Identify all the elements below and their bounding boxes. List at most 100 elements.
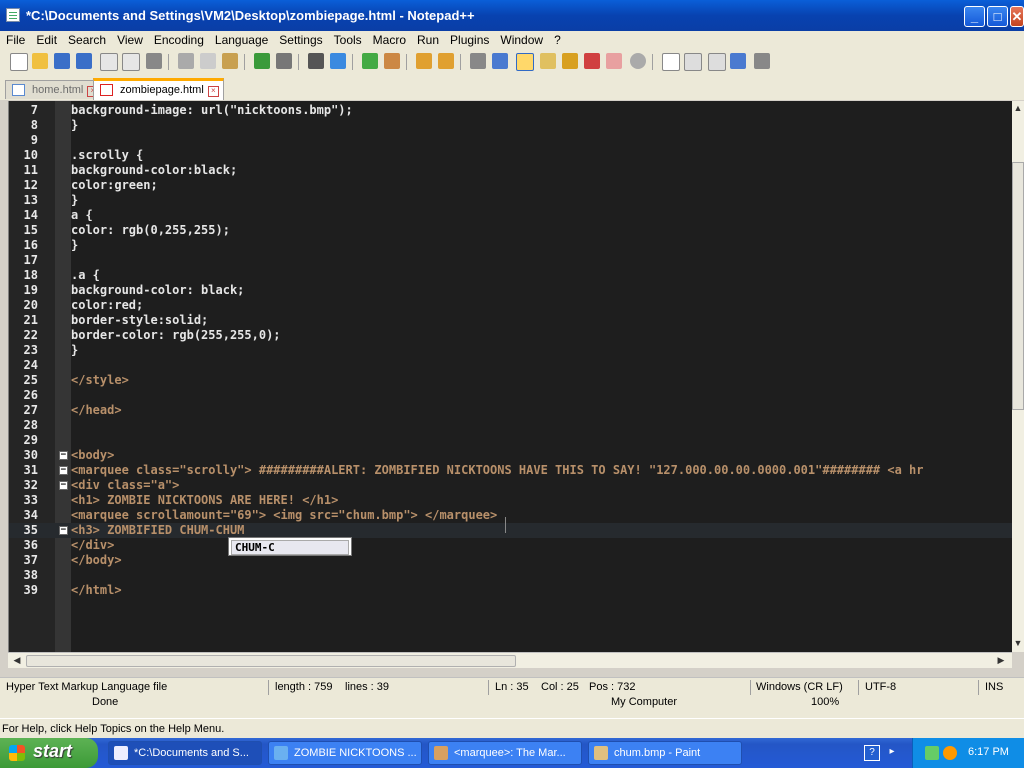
code-line[interactable]: 16}: [9, 238, 1013, 253]
word-wrap-icon[interactable]: [470, 53, 486, 69]
replace-icon[interactable]: [330, 53, 346, 69]
code-line[interactable]: 34 <marquee scrollamount="69"> <img src="…: [9, 508, 1013, 523]
menu-edit[interactable]: Edit: [30, 31, 62, 47]
code-line[interactable]: 32 − <div class="a">: [9, 478, 1013, 493]
close-file-icon[interactable]: [100, 53, 118, 71]
code-line[interactable]: 14 a {: [9, 208, 1013, 223]
paste-icon[interactable]: [222, 53, 238, 69]
start-button[interactable]: start: [0, 738, 98, 768]
code-editor[interactable]: 7 background-image: url("nicktoons.bmp");…: [8, 101, 1013, 652]
code-line[interactable]: 36 </div>: [9, 538, 1013, 553]
zoom-out-icon[interactable]: [384, 53, 400, 69]
code-line[interactable]: 10 .scrolly {: [9, 148, 1013, 163]
scroll-up-icon[interactable]: ▲: [1011, 101, 1024, 115]
help-icon[interactable]: ?: [864, 745, 880, 761]
taskbar-item-paint[interactable]: chum.bmp - Paint: [588, 741, 742, 765]
redo-icon[interactable]: [276, 53, 292, 69]
open-file-icon[interactable]: [32, 53, 48, 69]
menu-plugins[interactable]: Plugins: [444, 31, 494, 47]
code-line[interactable]: 37 </body>: [9, 553, 1013, 568]
indent-guide-icon[interactable]: [516, 53, 534, 71]
doc-map-icon[interactable]: [562, 53, 578, 69]
clock[interactable]: 6:17 PM: [968, 746, 1009, 758]
undo-icon[interactable]: [254, 53, 270, 69]
run-macro-multiple-icon[interactable]: [730, 53, 746, 69]
close-all-icon[interactable]: [122, 53, 140, 71]
zoom-in-icon[interactable]: [362, 53, 378, 69]
taskbar-item-browser[interactable]: ZOMBIE NICKTOONS ...: [268, 741, 422, 765]
code-line[interactable]: 12 color:green;: [9, 178, 1013, 193]
horizontal-scroll-thumb[interactable]: [26, 655, 516, 667]
network-icon[interactable]: [925, 746, 939, 760]
copy-icon[interactable]: [200, 53, 216, 69]
menu-macro[interactable]: Macro: [367, 31, 411, 47]
save-icon[interactable]: [54, 53, 70, 69]
record-macro-icon[interactable]: [662, 53, 680, 71]
tab-zombiepage-html[interactable]: zombiepage.html ×: [93, 78, 224, 100]
vertical-scroll-thumb[interactable]: [1012, 162, 1024, 410]
menu-run[interactable]: Run: [411, 31, 444, 47]
menu-encoding[interactable]: Encoding: [148, 31, 209, 47]
code-line[interactable]: 38: [9, 568, 1013, 583]
code-line[interactable]: 33 <h1> ZOMBIE NICKTOONS ARE HERE! </h1>: [9, 493, 1013, 508]
taskbar-item-marquee[interactable]: <marquee>: The Mar...: [428, 741, 582, 765]
print-icon[interactable]: [146, 53, 162, 69]
code-line[interactable]: 15 color: rgb(0,255,255);: [9, 223, 1013, 238]
scroll-down-icon[interactable]: ▼: [1011, 636, 1024, 650]
code-line[interactable]: 35 − <h3> ZOMBIFIED CHUM-CHUM: [9, 523, 1013, 538]
save-all-icon[interactable]: [76, 53, 92, 69]
code-line[interactable]: 11 background-color:black;: [9, 163, 1013, 178]
stop-macro-icon[interactable]: [684, 53, 702, 71]
scroll-left-icon[interactable]: ◀: [10, 653, 24, 667]
code-line[interactable]: 13}: [9, 193, 1013, 208]
code-line[interactable]: 22 border-color: rgb(255,255,0);: [9, 328, 1013, 343]
code-line[interactable]: 17: [9, 253, 1013, 268]
monitoring-icon[interactable]: [630, 53, 646, 69]
new-file-icon[interactable]: [10, 53, 28, 71]
menu-settings[interactable]: Settings: [273, 31, 327, 47]
menu-window[interactable]: Window: [494, 31, 548, 47]
menu-help[interactable]: ?: [548, 31, 566, 47]
play-macro-icon[interactable]: [708, 53, 726, 71]
sync-horizontal-icon[interactable]: [438, 53, 454, 69]
scroll-right-icon[interactable]: ▶: [994, 653, 1008, 667]
find-icon[interactable]: [308, 53, 324, 69]
tab-home-html[interactable]: home.html×: [5, 80, 104, 99]
minimize-button[interactable]: _: [964, 6, 985, 27]
code-line[interactable]: 39 </html>: [9, 583, 1013, 598]
code-line[interactable]: 26: [9, 388, 1013, 403]
maximize-button[interactable]: □: [987, 6, 1008, 27]
cut-icon[interactable]: [178, 53, 194, 69]
menu-file[interactable]: File: [0, 31, 30, 47]
code-line[interactable]: 19 background-color: black;: [9, 283, 1013, 298]
code-line[interactable]: 23}: [9, 343, 1013, 358]
notepad-icon[interactable]: [6, 8, 20, 22]
fold-toggle-icon[interactable]: −: [59, 526, 68, 535]
function-list-icon[interactable]: [584, 53, 600, 69]
close-tab-icon[interactable]: ×: [207, 86, 219, 97]
code-line[interactable]: 21 border-style:solid;: [9, 313, 1013, 328]
fold-toggle-icon[interactable]: −: [59, 466, 68, 475]
code-line[interactable]: 27 </head>: [9, 403, 1013, 418]
taskbar-item-notepad[interactable]: *C:\Documents and S...: [108, 741, 262, 765]
code-line[interactable]: 9: [9, 133, 1013, 148]
menu-view[interactable]: View: [111, 31, 148, 47]
autocomplete-item[interactable]: CHUM-C: [231, 540, 349, 555]
search-icon[interactable]: [943, 746, 957, 760]
autocomplete-popup[interactable]: CHUM-C: [228, 537, 352, 556]
code-line[interactable]: 7 background-image: url("nicktoons.bmp");: [9, 103, 1013, 118]
menu-tools[interactable]: Tools: [328, 31, 367, 47]
code-line[interactable]: 8}: [9, 118, 1013, 133]
save-macro-icon[interactable]: [754, 53, 770, 69]
code-line[interactable]: 20 color:red;: [9, 298, 1013, 313]
close-button[interactable]: ✕: [1010, 6, 1024, 27]
code-line[interactable]: 28: [9, 418, 1013, 433]
menu-language[interactable]: Language: [209, 31, 273, 47]
code-line[interactable]: 31 − <marquee class="scrolly"> #########AL…: [9, 463, 1013, 478]
code-line[interactable]: 24: [9, 358, 1013, 373]
language-bar-icon[interactable]: ▸: [885, 745, 899, 759]
code-line[interactable]: 30 − <body>: [9, 448, 1013, 463]
fold-toggle-icon[interactable]: −: [59, 451, 68, 460]
folder-workspace-icon[interactable]: [606, 53, 622, 69]
code-line[interactable]: 25 </style>: [9, 373, 1013, 388]
